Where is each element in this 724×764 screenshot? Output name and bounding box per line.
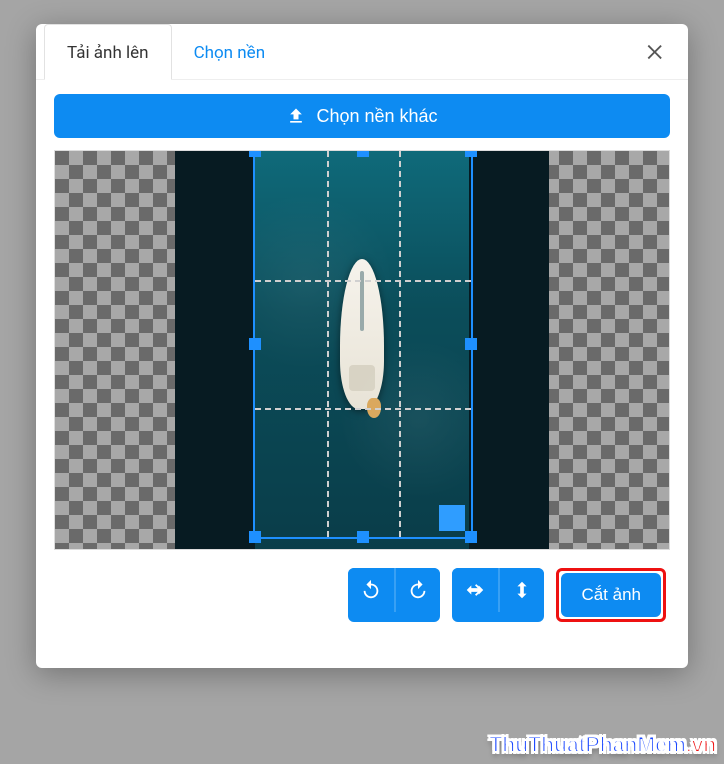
rotate-right-button[interactable] <box>394 568 440 612</box>
crop-handle-top[interactable] <box>357 150 369 157</box>
tab-upload-image[interactable]: Tải ảnh lên <box>44 24 172 80</box>
tab-choose-background[interactable]: Chọn nền <box>172 25 288 79</box>
image-crop-modal: Tải ảnh lên Chọn nền Chọn nền khác <box>36 24 688 668</box>
crop-selection[interactable] <box>253 150 473 539</box>
modal-tabs: Tải ảnh lên Chọn nền <box>36 24 688 80</box>
rotate-left-icon <box>360 579 382 601</box>
flip-vertical-icon <box>511 579 533 601</box>
flip-horizontal-icon <box>464 579 486 601</box>
crop-toolbar: Cắt ảnh <box>54 550 670 622</box>
choose-other-background-button[interactable]: Chọn nền khác <box>54 94 670 138</box>
watermark: ThuThuatPhanMem.vn <box>489 732 716 758</box>
watermark-suffix: .vn <box>686 732 716 757</box>
crop-handle-top-right[interactable] <box>465 150 477 157</box>
flip-horizontal-button[interactable] <box>452 568 498 612</box>
photo-padding <box>469 151 549 549</box>
watermark-text: ThuThuatPhanMem <box>489 732 686 757</box>
upload-icon <box>286 106 306 126</box>
choose-other-background-label: Chọn nền khác <box>316 106 437 127</box>
crop-grid <box>255 151 471 537</box>
crop-handle-bottom[interactable] <box>357 531 369 543</box>
flip-vertical-button[interactable] <box>498 568 544 612</box>
flip-group <box>452 568 544 622</box>
crop-button[interactable]: Cắt ảnh <box>561 573 661 617</box>
tutorial-highlight: Cắt ảnh <box>556 568 666 622</box>
crop-canvas[interactable] <box>54 150 670 550</box>
rotate-left-button[interactable] <box>348 568 394 612</box>
crop-handle-top-left[interactable] <box>249 150 261 157</box>
close-icon <box>645 41 667 63</box>
rotate-group <box>348 568 440 622</box>
rotate-right-icon <box>407 579 429 601</box>
crop-handle-bottom-left[interactable] <box>249 531 261 543</box>
crop-handle-left[interactable] <box>249 338 261 350</box>
photo-padding <box>175 151 255 549</box>
close-button[interactable] <box>642 38 670 66</box>
crop-handle-right[interactable] <box>465 338 477 350</box>
crop-handle-bottom-right[interactable] <box>465 531 477 543</box>
crop-drag-handle[interactable] <box>439 505 465 531</box>
